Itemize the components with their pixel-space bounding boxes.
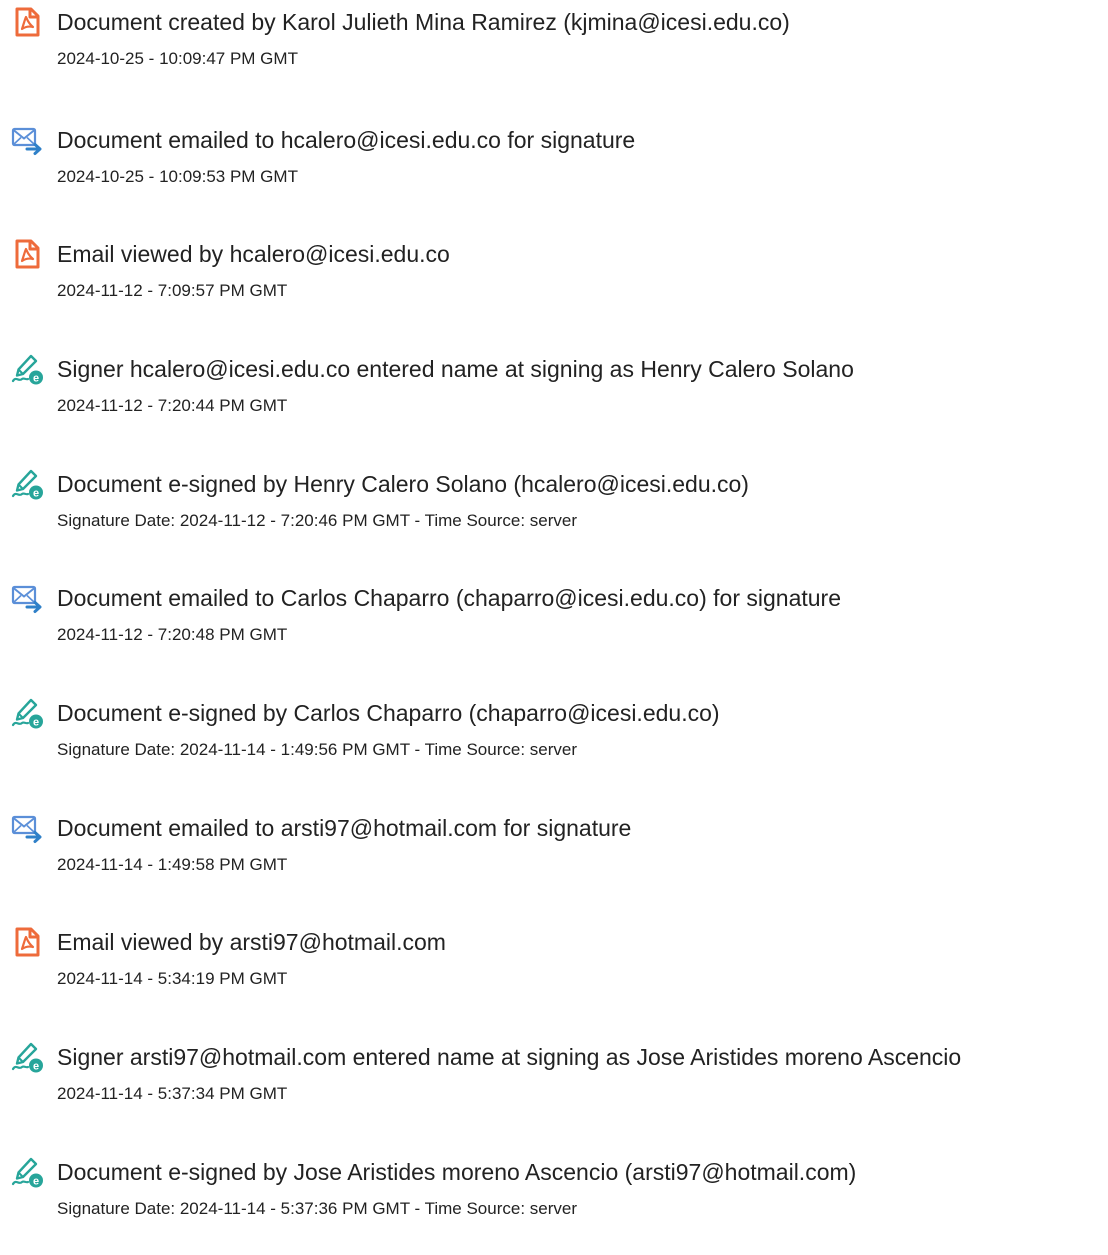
event-signer-entered-name: e Signer arsti97@hotmail.com entered nam… [0, 1040, 1108, 1140]
esign-pen-icon: e [10, 1040, 44, 1074]
pdf-document-icon [10, 237, 44, 271]
event-title: Document emailed to Carlos Chaparro (cha… [57, 585, 841, 611]
event-title: Signer arsti97@hotmail.com entered name … [57, 1044, 962, 1070]
esign-pen-icon: e [10, 1155, 44, 1189]
svg-text:e: e [33, 373, 39, 385]
event-timestamp: 2024-10-25 - 10:09:47 PM GMT [57, 49, 298, 68]
event-timestamp: 2024-11-12 - 7:20:44 PM GMT [57, 396, 288, 415]
event-document-emailed: Document emailed to hcalero@icesi.edu.co… [0, 123, 1108, 223]
event-title: Document emailed to hcalero@icesi.edu.co… [57, 127, 636, 153]
event-document-esigned: e Document e-signed by Jose Aristides mo… [0, 1155, 1108, 1255]
pdf-document-icon [10, 5, 44, 39]
esign-pen-icon: e [10, 696, 44, 730]
event-email-viewed: Email viewed by arsti97@hotmail.com 2024… [0, 925, 1108, 1025]
email-sent-icon [10, 811, 44, 845]
event-document-esigned: e Document e-signed by Carlos Chaparro (… [0, 696, 1108, 796]
event-title: Document e-signed by Carlos Chaparro (ch… [57, 700, 720, 726]
event-signature-date: Signature Date: 2024-11-14 - 1:49:56 PM … [57, 740, 577, 759]
svg-text:e: e [33, 1061, 39, 1073]
event-title: Document created by Karol Julieth Mina R… [57, 9, 790, 35]
event-timestamp: 2024-11-14 - 1:49:58 PM GMT [57, 855, 288, 874]
event-document-esigned: e Document e-signed by Henry Calero Sola… [0, 467, 1108, 567]
svg-text:e: e [33, 717, 39, 729]
svg-text:e: e [33, 488, 39, 500]
event-title: Email viewed by hcalero@icesi.edu.co [57, 241, 450, 267]
event-document-emailed: Document emailed to Carlos Chaparro (cha… [0, 581, 1108, 681]
esign-pen-icon: e [10, 352, 44, 386]
email-sent-icon [10, 123, 44, 157]
event-timestamp: 2024-10-25 - 10:09:53 PM GMT [57, 167, 298, 186]
event-document-emailed: Document emailed to arsti97@hotmail.com … [0, 811, 1108, 911]
esign-pen-icon: e [10, 467, 44, 501]
event-signature-date: Signature Date: 2024-11-14 - 5:37:36 PM … [57, 1199, 577, 1218]
event-document-created: Document created by Karol Julieth Mina R… [0, 5, 1108, 105]
event-signature-date: Signature Date: 2024-11-12 - 7:20:46 PM … [57, 511, 577, 530]
event-title: Document e-signed by Henry Calero Solano… [57, 471, 749, 497]
pdf-document-icon [10, 925, 44, 959]
event-timestamp: 2024-11-12 - 7:09:57 PM GMT [57, 281, 288, 300]
event-timestamp: 2024-11-14 - 5:37:34 PM GMT [57, 1084, 288, 1103]
event-timestamp: 2024-11-12 - 7:20:48 PM GMT [57, 625, 288, 644]
event-title: Document e-signed by Jose Aristides more… [57, 1159, 857, 1185]
event-title: Signer hcalero@icesi.edu.co entered name… [57, 356, 854, 382]
event-title: Email viewed by arsti97@hotmail.com [57, 929, 446, 955]
event-signer-entered-name: e Signer hcalero@icesi.edu.co entered na… [0, 352, 1108, 452]
event-timestamp: 2024-11-14 - 5:34:19 PM GMT [57, 969, 288, 988]
event-title: Document emailed to arsti97@hotmail.com … [57, 815, 632, 841]
event-email-viewed: Email viewed by hcalero@icesi.edu.co 202… [0, 237, 1108, 337]
svg-text:e: e [33, 1176, 39, 1188]
email-sent-icon [10, 581, 44, 615]
